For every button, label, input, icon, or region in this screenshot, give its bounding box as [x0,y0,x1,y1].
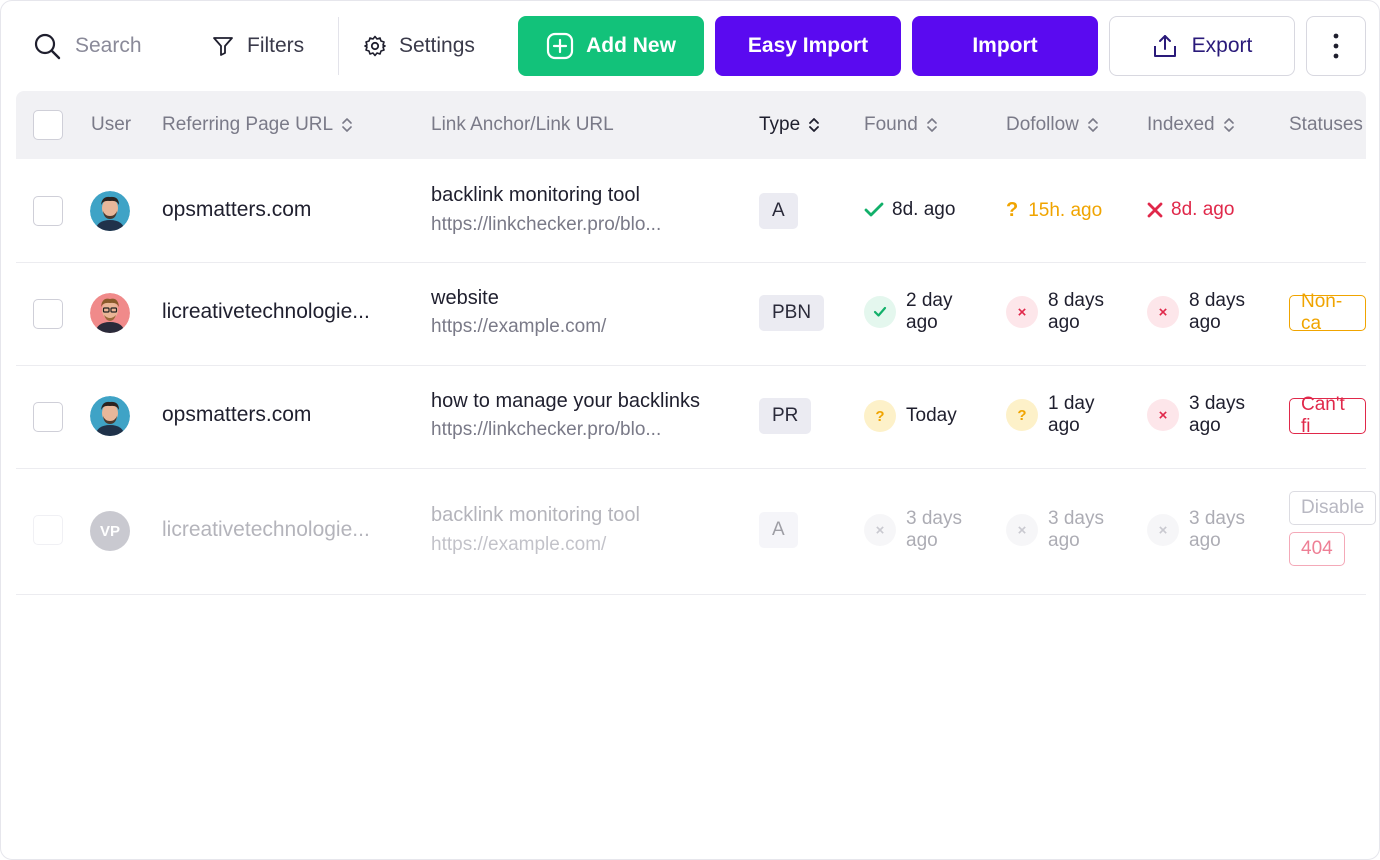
table-row[interactable]: VP licreativetechnologie... backlink mon… [16,469,1377,595]
row-checkbox[interactable] [33,196,63,226]
vertical-dots-icon [1333,33,1339,59]
sort-icon [927,118,937,132]
dofollow-status: × 8 days ago [1006,290,1104,334]
question-icon: ? [864,400,896,432]
link-anchor: website [431,287,499,309]
indexed-status: × 8 days ago [1147,290,1245,334]
indexed-status: 8d. ago [1147,199,1234,221]
import-button[interactable]: Import [912,16,1098,76]
check-icon [864,296,896,328]
type-badge: A [759,193,798,229]
column-header-user[interactable]: User [91,91,131,159]
link-anchor: backlink monitoring tool [431,184,640,206]
filters-button[interactable]: Filters [211,16,304,76]
sort-icon [1088,118,1098,132]
column-header-statuses[interactable]: Statuses [1289,91,1363,159]
question-icon: ? [1006,199,1019,221]
app-frame: Search Filters Settings Add New Easy Imp… [0,0,1380,860]
cross-icon: × [1147,296,1179,328]
column-header-type[interactable]: Type [759,91,820,159]
column-header-found[interactable]: Found [864,91,938,159]
add-new-label: Add New [586,34,676,57]
type-badge: PBN [759,295,825,331]
found-status: × 3 days ago [864,508,962,552]
dofollow-status: ? 1 day ago [1006,393,1094,437]
table-row[interactable]: opsmatters.com how to manage your backli… [16,366,1366,469]
status-badge: Non-ca [1289,291,1366,334]
cross-icon: × [1147,399,1179,431]
plus-square-icon [546,32,574,60]
column-header-referring-url[interactable]: Referring Page URL [162,91,353,159]
upload-icon [1153,35,1176,57]
link-url[interactable]: https://linkchecker.pro/blo... [431,419,661,441]
cross-icon: × [1147,514,1179,546]
column-header-indexed[interactable]: Indexed [1147,91,1235,159]
filters-label: Filters [247,34,305,57]
filter-icon [213,37,233,56]
indexed-status: × 3 days ago [1147,508,1245,552]
status-badge: Disable [1289,491,1377,525]
toolbar: Search Filters Settings Add New Easy Imp… [1,1,1379,91]
table-row[interactable]: licreativetechnologie... website https:/… [16,263,1366,366]
toolbar-divider [338,17,339,75]
link-anchor: how to manage your backlinks [431,390,701,412]
export-label: Export [1191,34,1253,57]
search-icon [34,33,61,60]
row-checkbox[interactable] [33,515,63,545]
row-checkbox[interactable] [33,299,63,329]
link-url[interactable]: https://linkchecker.pro/blo... [431,214,661,236]
referring-domain[interactable]: licreativetechnologie... [162,518,370,542]
found-status: 8d. ago [864,199,955,221]
search-input[interactable]: Search [33,16,142,76]
avatar: VP [90,511,130,551]
settings-button[interactable]: Settings [363,16,475,76]
column-header-anchor[interactable]: Link Anchor/Link URL [431,91,614,159]
table-row[interactable]: opsmatters.com backlink monitoring tool … [16,159,1366,263]
column-header-dofollow[interactable]: Dofollow [1006,91,1099,159]
check-icon [864,202,884,217]
dofollow-status: × 3 days ago [1006,508,1104,552]
link-anchor: backlink monitoring tool [431,504,640,526]
cross-icon [1147,202,1163,218]
cross-icon: × [864,514,896,546]
found-status: 2 day ago [864,290,952,334]
indexed-status: × 3 days ago [1147,393,1245,437]
referring-domain[interactable]: opsmatters.com [162,198,311,222]
referring-domain[interactable]: opsmatters.com [162,403,311,427]
avatar [90,191,130,231]
avatar [90,293,130,333]
import-label: Import [972,34,1038,57]
search-placeholder: Search [75,34,142,57]
easy-import-button[interactable]: Easy Import [715,16,901,76]
status-badge: 404 [1289,532,1345,566]
sort-icon [809,118,820,132]
table-header: User Referring Page URL Link Anchor/Link… [16,91,1366,159]
select-all-checkbox[interactable] [33,110,63,140]
gear-icon [364,35,386,57]
type-badge: PR [759,398,812,434]
question-icon: ? [1006,399,1038,431]
sort-icon [1223,118,1234,132]
link-url[interactable]: https://example.com/ [431,534,606,556]
cross-icon: × [1006,514,1038,546]
status-badge: Can't fi [1289,394,1366,437]
easy-import-label: Easy Import [747,34,869,57]
link-url[interactable]: https://example.com/ [431,316,606,338]
settings-label: Settings [399,34,475,57]
sort-icon [342,118,352,132]
more-options-button[interactable] [1306,16,1366,76]
avatar [90,396,130,436]
cross-icon: × [1006,296,1038,328]
referring-domain[interactable]: licreativetechnologie... [162,300,370,324]
row-checkbox[interactable] [33,402,63,432]
dofollow-status: ? 15h. ago [1006,199,1103,221]
add-new-button[interactable]: Add New [518,16,704,76]
found-status: ? Today [864,400,957,432]
export-button[interactable]: Export [1109,16,1295,76]
type-badge: A [759,512,798,548]
